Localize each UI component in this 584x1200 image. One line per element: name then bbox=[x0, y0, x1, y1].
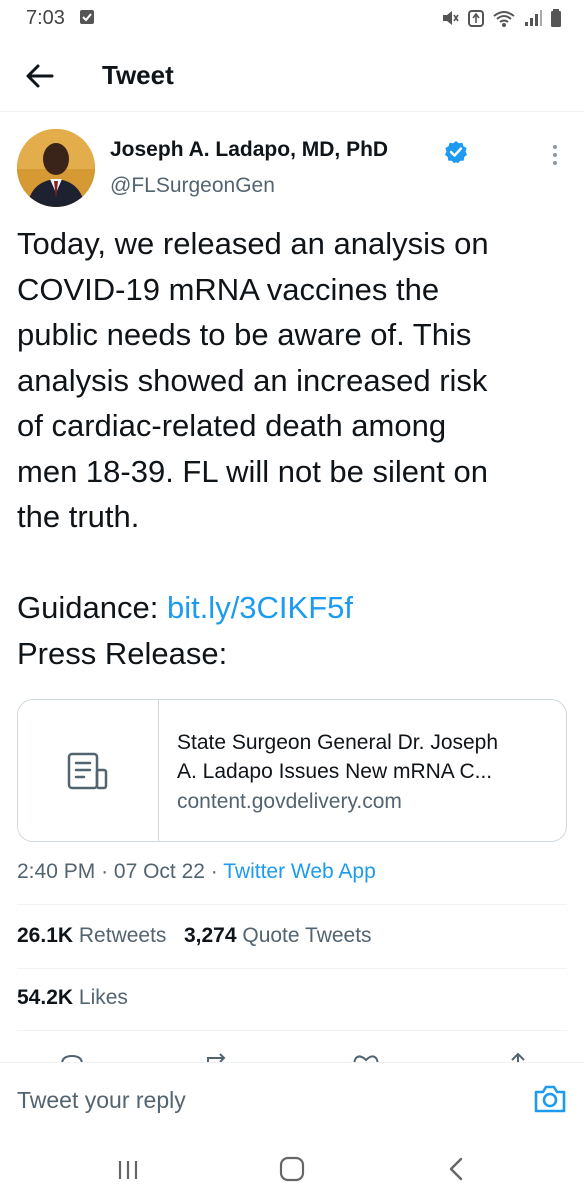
signal-icon bbox=[525, 10, 542, 26]
retweets-label: Retweets bbox=[78, 924, 167, 947]
tweet-date: 07 Oct 22 bbox=[113, 860, 205, 883]
tweet-text-line: COVID-19 mRNA vaccines the bbox=[17, 271, 440, 307]
status-icons bbox=[440, 8, 562, 28]
notification-check-icon bbox=[80, 10, 94, 24]
quote-tweets-label: Quote Tweets bbox=[242, 924, 372, 947]
mute-icon bbox=[443, 11, 459, 25]
separator-dot: · bbox=[210, 860, 224, 883]
reply-input[interactable] bbox=[17, 1083, 497, 1117]
top-app-bar: Tweet bbox=[0, 40, 584, 112]
guidance-link[interactable]: bit.ly/3CIKF5f bbox=[167, 590, 353, 625]
tweet-text-line: of cardiac-related death among bbox=[17, 408, 447, 443]
verified-badge-icon bbox=[444, 140, 468, 164]
system-navigation-bar bbox=[0, 1140, 584, 1200]
separator-dot: · bbox=[101, 860, 114, 883]
battery-icon bbox=[551, 9, 561, 27]
author-avatar[interactable] bbox=[17, 129, 95, 207]
tweet-time: 2:40 PM bbox=[17, 860, 96, 883]
divider bbox=[17, 904, 567, 905]
guidance-line: Guidance: bit.ly/3CIKF5f bbox=[17, 585, 577, 631]
status-bar: 7:03 bbox=[0, 0, 584, 40]
camera-icon[interactable] bbox=[532, 1081, 568, 1117]
likes-stat[interactable]: 54.2K Likes bbox=[17, 986, 128, 1009]
tweet-body: Today, we released an analysis on COVID-… bbox=[17, 221, 577, 676]
back-button[interactable] bbox=[22, 60, 58, 92]
author-handle[interactable]: @FLSurgeonGen bbox=[110, 174, 275, 198]
arrow-left-icon bbox=[26, 64, 54, 88]
tweet-text-line: the truth. bbox=[17, 499, 140, 534]
card-title-line: State Surgeon General Dr. Joseph bbox=[177, 731, 499, 754]
system-back-icon[interactable] bbox=[447, 1156, 465, 1182]
likes-row: 54.2K Likes bbox=[17, 986, 128, 1010]
likes-count: 54.2K bbox=[17, 986, 74, 1009]
retweets-stat[interactable]: 26.1K Retweets bbox=[17, 924, 166, 947]
press-release-label: Press Release: bbox=[17, 635, 228, 671]
status-time: 7:03 bbox=[26, 7, 65, 29]
tweet-metadata: 2:40 PM · 07 Oct 22 · Twitter Web App bbox=[17, 860, 376, 884]
tweet-action-bar bbox=[0, 1034, 584, 1064]
card-title-line: A. Ladapo Issues New mRNA C... bbox=[177, 760, 493, 783]
data-saver-icon bbox=[468, 10, 484, 27]
tweet-source-link[interactable]: Twitter Web App bbox=[223, 860, 376, 883]
recent-apps-icon[interactable] bbox=[117, 1159, 139, 1181]
likes-label: Likes bbox=[78, 986, 128, 1009]
guidance-label: Guidance: bbox=[17, 590, 159, 625]
wifi-icon bbox=[493, 11, 515, 27]
more-options-icon[interactable] bbox=[548, 142, 562, 168]
author-name[interactable]: Joseph A. Ladapo, MD, PhD bbox=[110, 138, 388, 162]
card-domain: content.govdelivery.com bbox=[177, 790, 402, 813]
tweet-text-line: analysis showed an increased risk bbox=[17, 362, 488, 398]
reply-composer bbox=[0, 1062, 584, 1140]
quote-tweets-count: 3,274 bbox=[183, 924, 237, 947]
tweet-text-line: men 18-39. FL will not be silent on bbox=[17, 453, 488, 489]
retweets-count: 26.1K bbox=[17, 924, 74, 947]
tweet-text-line: Today, we released an analysis on bbox=[17, 226, 489, 261]
divider bbox=[17, 1030, 567, 1031]
engagement-row: 26.1K Retweets 3,274 Quote Tweets bbox=[17, 924, 372, 948]
card-thumbnail bbox=[18, 700, 159, 841]
document-icon bbox=[67, 752, 108, 790]
quote-tweets-stat[interactable]: 3,274 Quote Tweets bbox=[184, 924, 372, 947]
tweet-text-line: public needs to be aware of. This bbox=[17, 317, 472, 352]
card-title: State Surgeon General Dr. Joseph A. Lada… bbox=[177, 728, 557, 786]
divider bbox=[17, 968, 567, 969]
link-preview-card[interactable]: State Surgeon General Dr. Joseph A. Lada… bbox=[17, 699, 567, 842]
page-title: Tweet bbox=[102, 60, 174, 90]
home-icon[interactable] bbox=[279, 1156, 305, 1182]
